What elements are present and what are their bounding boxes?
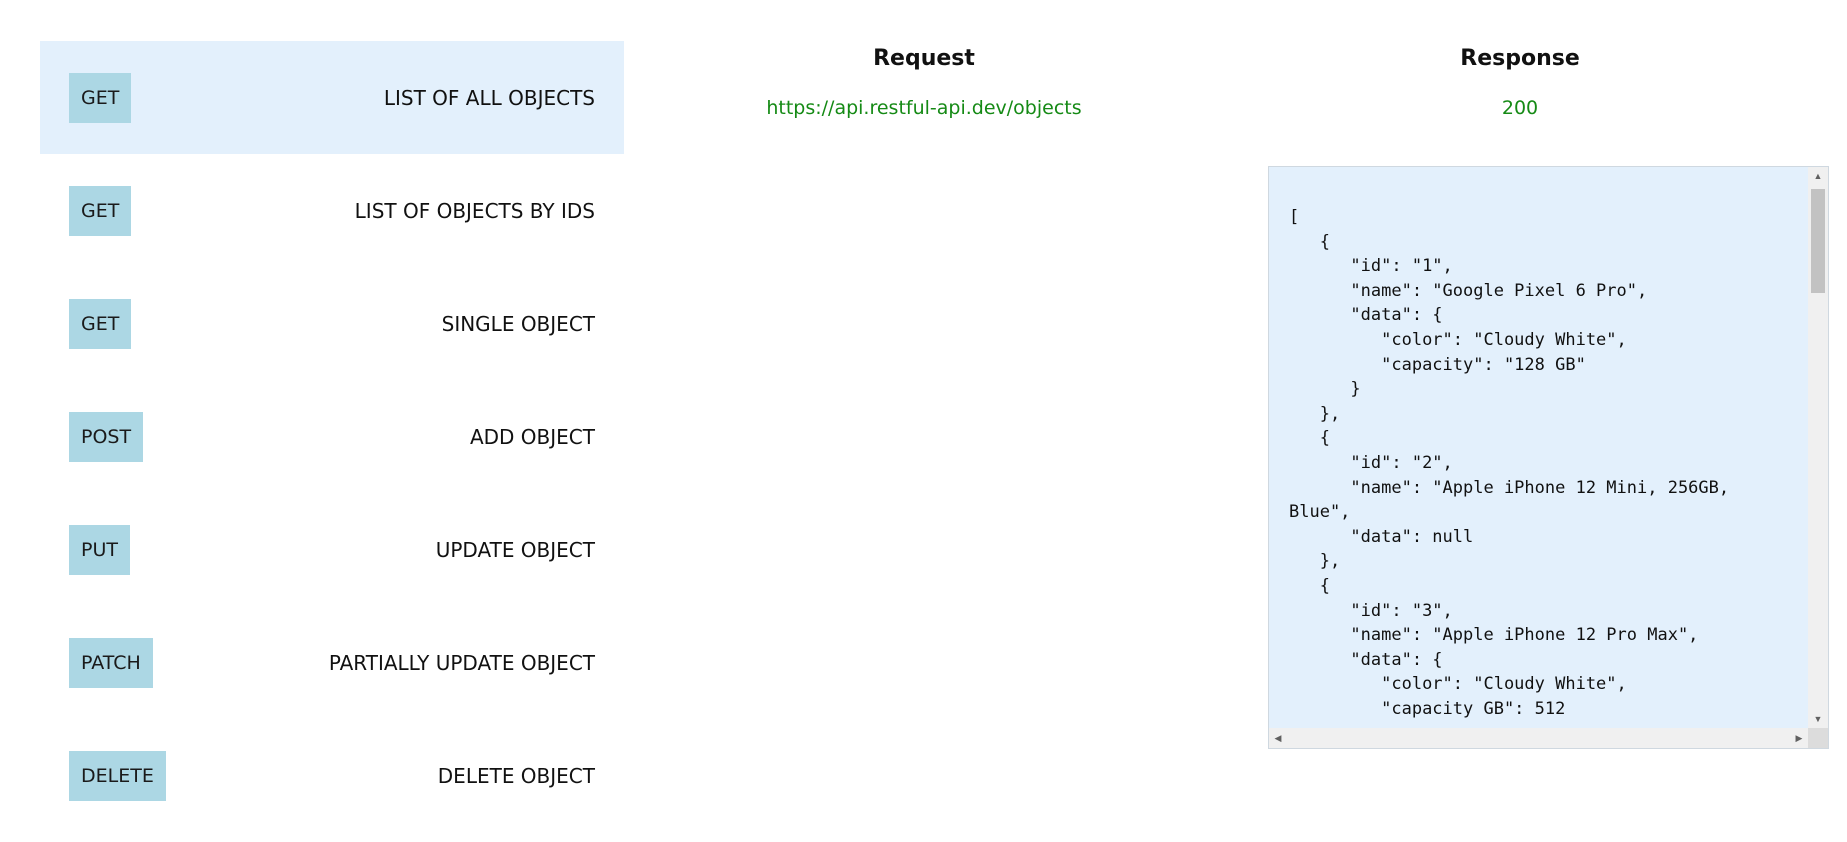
request-heading: Request (873, 46, 975, 71)
endpoint-label: LIST OF ALL OBJECTS (383, 86, 595, 110)
endpoint-row-list-objects-by-ids[interactable]: GET LIST OF OBJECTS BY IDS (40, 154, 624, 267)
endpoint-list: GET LIST OF ALL OBJECTS GET LIST OF OBJE… (40, 41, 624, 832)
endpoint-row-update-object[interactable]: PUT UPDATE OBJECT (40, 493, 624, 606)
endpoint-row-single-object[interactable]: GET SINGLE OBJECT (40, 267, 624, 380)
response-column: Response 200 (1320, 40, 1720, 123)
endpoint-label: LIST OF OBJECTS BY IDS (354, 199, 595, 223)
response-body-text: [ { "id": "1", "name": "Google Pixel 6 P… (1289, 207, 1730, 719)
scroll-left-arrow-icon[interactable]: ◀ (1269, 728, 1287, 748)
endpoint-label: ADD OBJECT (469, 425, 595, 449)
request-url: https://api.restful-api.dev/objects (766, 97, 1082, 119)
method-badge: DELETE (69, 751, 166, 801)
scroll-right-arrow-icon[interactable]: ▶ (1790, 728, 1808, 748)
endpoint-row-list-all-objects[interactable]: GET LIST OF ALL OBJECTS (40, 41, 624, 154)
scrollbar-corner (1808, 728, 1828, 748)
response-body-box[interactable]: [ { "id": "1", "name": "Google Pixel 6 P… (1268, 166, 1829, 749)
response-status-code: 200 (1501, 97, 1539, 119)
scroll-up-arrow-icon[interactable]: ▲ (1808, 167, 1828, 185)
method-badge: GET (69, 299, 132, 349)
request-column: Request https://api.restful-api.dev/obje… (724, 40, 1124, 123)
vertical-scroll-thumb[interactable] (1811, 189, 1825, 293)
endpoint-row-partially-update-object[interactable]: PATCH PARTIALLY UPDATE OBJECT (40, 606, 624, 719)
endpoint-row-delete-object[interactable]: DELETE DELETE OBJECT (40, 719, 624, 832)
method-badge: PUT (69, 525, 130, 575)
horizontal-scrollbar[interactable]: ◀ ▶ (1269, 728, 1808, 748)
endpoint-label: SINGLE OBJECT (441, 312, 595, 336)
method-badge: GET (69, 186, 132, 236)
endpoint-label: PARTIALLY UPDATE OBJECT (328, 651, 595, 675)
vertical-scrollbar[interactable]: ▲ ▼ (1808, 167, 1828, 728)
endpoint-row-add-object[interactable]: POST ADD OBJECT (40, 380, 624, 493)
endpoint-label: UPDATE OBJECT (435, 538, 595, 562)
scroll-down-arrow-icon[interactable]: ▼ (1808, 710, 1828, 728)
method-badge: POST (69, 412, 144, 462)
endpoint-label: DELETE OBJECT (437, 764, 595, 788)
method-badge: GET (69, 73, 132, 123)
method-badge: PATCH (69, 638, 153, 688)
response-heading: Response (1460, 46, 1580, 71)
